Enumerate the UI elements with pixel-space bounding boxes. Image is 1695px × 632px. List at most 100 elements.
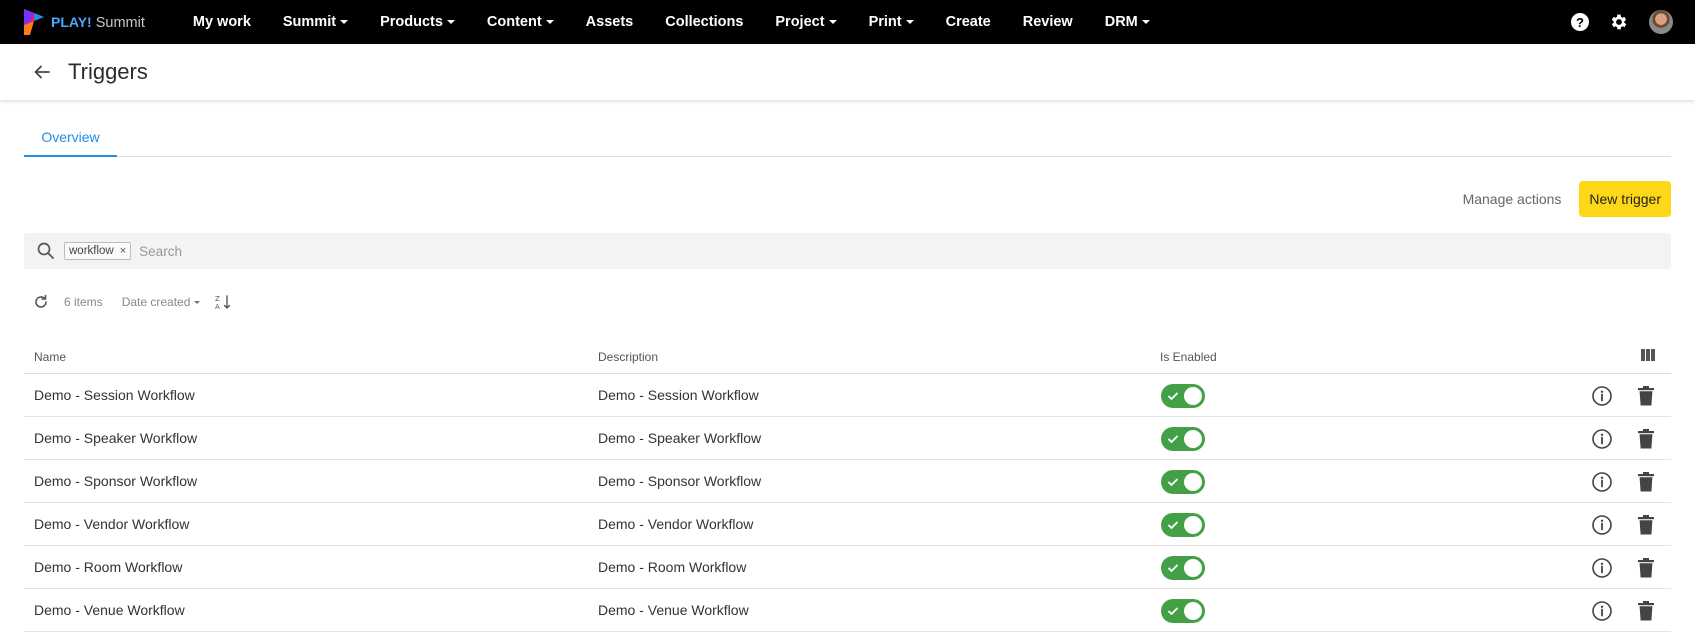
filter-chip-workflow: workflow × xyxy=(64,242,132,260)
tab-overview[interactable]: Overview xyxy=(24,118,117,157)
enabled-toggle[interactable] xyxy=(1161,599,1205,623)
info-icon[interactable] xyxy=(1591,428,1613,450)
check-icon xyxy=(1168,478,1178,486)
nav-item-label: My work xyxy=(192,14,251,30)
arrow-left-icon[interactable] xyxy=(32,62,52,82)
brand-summit-text: Summit xyxy=(95,14,145,31)
nav-item-label: Assets xyxy=(585,14,634,30)
chevron-down-icon xyxy=(446,20,455,24)
page-actions: Manage actions New trigger xyxy=(1463,181,1671,217)
nav-item-project[interactable]: Project xyxy=(759,0,852,44)
info-icon[interactable] xyxy=(1591,471,1613,493)
table-header: Name Description Is Enabled xyxy=(24,340,1671,374)
manage-actions-button[interactable]: Manage actions xyxy=(1463,191,1562,207)
info-icon[interactable] xyxy=(1591,385,1613,407)
item-count: 6 items xyxy=(64,295,103,309)
search-bar: workflow × xyxy=(24,233,1671,269)
nav-item-label: Products xyxy=(380,14,443,30)
close-icon[interactable]: × xyxy=(120,245,126,257)
trigger-description: Demo - Session Workflow xyxy=(598,387,759,403)
enabled-toggle[interactable] xyxy=(1161,384,1205,408)
table-row[interactable]: Demo - Session Workflow Demo - Session W… xyxy=(24,374,1671,417)
trigger-description: Demo - Venue Workflow xyxy=(598,602,749,618)
svg-text:Z: Z xyxy=(215,295,220,303)
nav-item-print[interactable]: Print xyxy=(853,0,930,44)
trigger-description: Demo - Room Workflow xyxy=(598,559,747,575)
trash-icon[interactable] xyxy=(1637,600,1655,622)
page-header: Triggers xyxy=(0,44,1695,100)
help-icon[interactable]: ? xyxy=(1571,13,1589,31)
nav-item-my-work[interactable]: My work xyxy=(177,0,267,44)
trigger-name: Demo - Session Workflow xyxy=(34,387,195,403)
avatar[interactable] xyxy=(1649,10,1673,34)
svg-text:A: A xyxy=(215,303,220,311)
info-icon[interactable] xyxy=(1591,514,1613,536)
nav-item-assets[interactable]: Assets xyxy=(570,0,650,44)
list-toolbar: 6 items Date created Z A xyxy=(32,290,232,314)
nav-item-create[interactable]: Create xyxy=(930,0,1007,44)
brand-play-text: PLAY! xyxy=(51,13,92,30)
chevron-down-icon xyxy=(1141,20,1150,24)
toggle-knob xyxy=(1184,430,1202,448)
info-icon[interactable] xyxy=(1591,600,1613,622)
app-logo[interactable]: PLAY! Summit xyxy=(22,0,145,44)
nav-item-label: Content xyxy=(486,14,542,30)
toggle-knob xyxy=(1184,516,1202,534)
nav-item-label: Print xyxy=(868,14,902,30)
trash-icon[interactable] xyxy=(1637,514,1655,536)
sort-by-label: Date created xyxy=(121,295,191,309)
trigger-description: Demo - Sponsor Workflow xyxy=(598,473,762,489)
page-title: Triggers xyxy=(68,59,148,84)
trigger-description: Demo - Vendor Workflow xyxy=(598,516,754,532)
table-row[interactable]: Demo - Room Workflow Demo - Room Workflo… xyxy=(24,546,1671,589)
trash-icon[interactable] xyxy=(1637,428,1655,450)
check-icon xyxy=(1168,521,1178,529)
trigger-description: Demo - Speaker Workflow xyxy=(598,430,762,446)
trigger-name: Demo - Vendor Workflow xyxy=(34,516,190,532)
sort-by-dropdown[interactable]: Date created xyxy=(122,295,201,309)
search-input[interactable] xyxy=(139,243,540,259)
info-icon[interactable] xyxy=(1591,557,1613,579)
nav-item-review[interactable]: Review xyxy=(1007,0,1089,44)
trigger-name: Demo - Venue Workflow xyxy=(34,602,185,618)
nav-item-summit[interactable]: Summit xyxy=(267,0,364,44)
toggle-knob xyxy=(1184,387,1202,405)
chevron-down-icon xyxy=(828,20,837,24)
nav-item-label: Collections xyxy=(665,14,744,30)
table-row[interactable]: Demo - Venue Workflow Demo - Venue Workf… xyxy=(24,589,1671,632)
nav-item-label: Create xyxy=(945,14,991,30)
trash-icon[interactable] xyxy=(1637,471,1655,493)
table-row[interactable]: Demo - Speaker Workflow Demo - Speaker W… xyxy=(24,417,1671,460)
refresh-icon[interactable] xyxy=(32,293,50,311)
nav-item-collections[interactable]: Collections xyxy=(649,0,759,44)
table-row[interactable]: Demo - Vendor Workflow Demo - Vendor Wor… xyxy=(24,503,1671,546)
top-navigation-bar: PLAY! Summit My work Summit Products Con… xyxy=(0,0,1695,44)
enabled-toggle[interactable] xyxy=(1161,427,1205,451)
column-header-description[interactable]: Description xyxy=(598,350,658,364)
chevron-down-icon xyxy=(340,20,349,24)
chevron-down-icon xyxy=(194,300,201,304)
trash-icon[interactable] xyxy=(1637,557,1655,579)
enabled-toggle[interactable] xyxy=(1161,513,1205,537)
enabled-toggle[interactable] xyxy=(1161,556,1205,580)
trigger-name: Demo - Room Workflow xyxy=(34,559,183,575)
column-header-is-enabled[interactable]: Is Enabled xyxy=(1160,350,1217,364)
check-icon xyxy=(1168,435,1178,443)
enabled-toggle[interactable] xyxy=(1161,470,1205,494)
trash-icon[interactable] xyxy=(1637,385,1655,407)
nav-item-content[interactable]: Content xyxy=(471,0,570,44)
sort-direction-icon[interactable]: Z A xyxy=(214,293,232,311)
nav-item-label: Review xyxy=(1022,14,1073,30)
new-trigger-button[interactable]: New trigger xyxy=(1579,181,1671,217)
column-header-name[interactable]: Name xyxy=(34,350,66,364)
nav-item-label: DRM xyxy=(1104,14,1138,30)
gear-icon[interactable] xyxy=(1609,12,1629,32)
check-icon xyxy=(1168,392,1178,400)
columns-icon[interactable] xyxy=(1641,349,1655,361)
main-menu: My work Summit Products Content Assets C… xyxy=(177,0,1166,44)
trigger-name: Demo - Speaker Workflow xyxy=(34,430,198,446)
nav-item-drm[interactable]: DRM xyxy=(1089,0,1166,44)
nav-item-products[interactable]: Products xyxy=(364,0,471,44)
table-row[interactable]: Demo - Sponsor Workflow Demo - Sponsor W… xyxy=(24,460,1671,503)
trigger-name: Demo - Sponsor Workflow xyxy=(34,473,198,489)
